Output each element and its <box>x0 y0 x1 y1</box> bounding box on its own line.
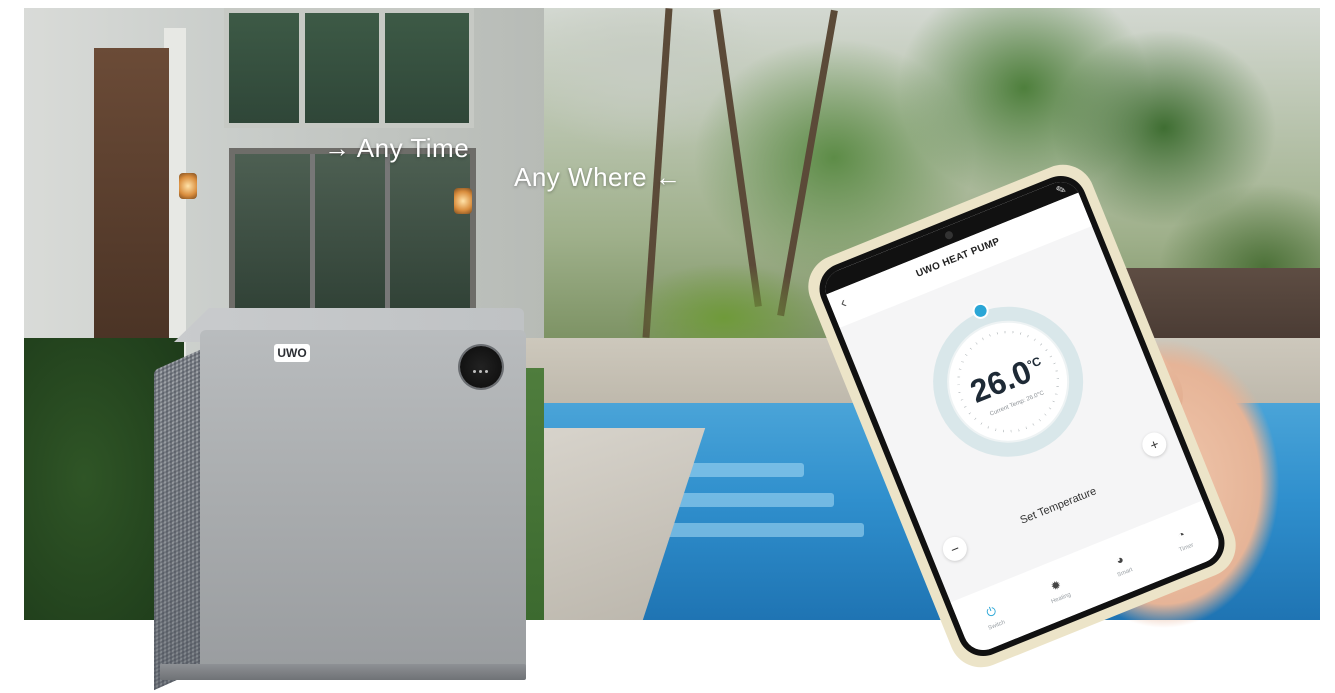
ground-window <box>229 148 476 330</box>
house-door <box>94 48 169 348</box>
tab-smart[interactable]: ◕ Smart <box>1110 550 1134 579</box>
tab-heating[interactable]: ✹ Heating <box>1044 575 1072 605</box>
slogan-any-time: → Any Time <box>324 133 470 163</box>
tab-switch[interactable]: ⏻ Switch <box>980 602 1006 632</box>
dial-knob[interactable] <box>972 303 989 319</box>
power-icon: ⏻ <box>984 603 999 620</box>
upper-window <box>224 8 474 128</box>
tab-label: Switch <box>987 619 1006 632</box>
wall-lamp <box>454 188 472 214</box>
decrease-temp-button[interactable]: − <box>939 533 971 565</box>
clock-icon: ◔ <box>1175 527 1188 543</box>
tab-label: Smart <box>1116 566 1134 579</box>
tab-timer[interactable]: ◔ Timer <box>1172 526 1195 554</box>
dial-face: 26.0°C Current Temp: 26.0°C <box>931 304 1085 459</box>
slogan-any-where: Any Where ← <box>514 162 682 192</box>
tab-label: Timer <box>1178 542 1195 554</box>
smart-icon: ◕ <box>1113 551 1126 568</box>
unit-brand-logo: UWO <box>274 344 310 362</box>
heat-pump-unit: UWO <box>154 308 528 691</box>
unit-control-display <box>460 346 502 388</box>
unit-side-grille <box>154 348 204 691</box>
wall-lamp <box>179 173 197 199</box>
unit-base <box>160 664 526 680</box>
increase-temp-button[interactable]: + <box>1138 428 1170 461</box>
temperature-dial[interactable]: 26.0°C Current Temp: 26.0°C <box>910 284 1106 480</box>
sun-icon: ✹ <box>1048 577 1064 595</box>
